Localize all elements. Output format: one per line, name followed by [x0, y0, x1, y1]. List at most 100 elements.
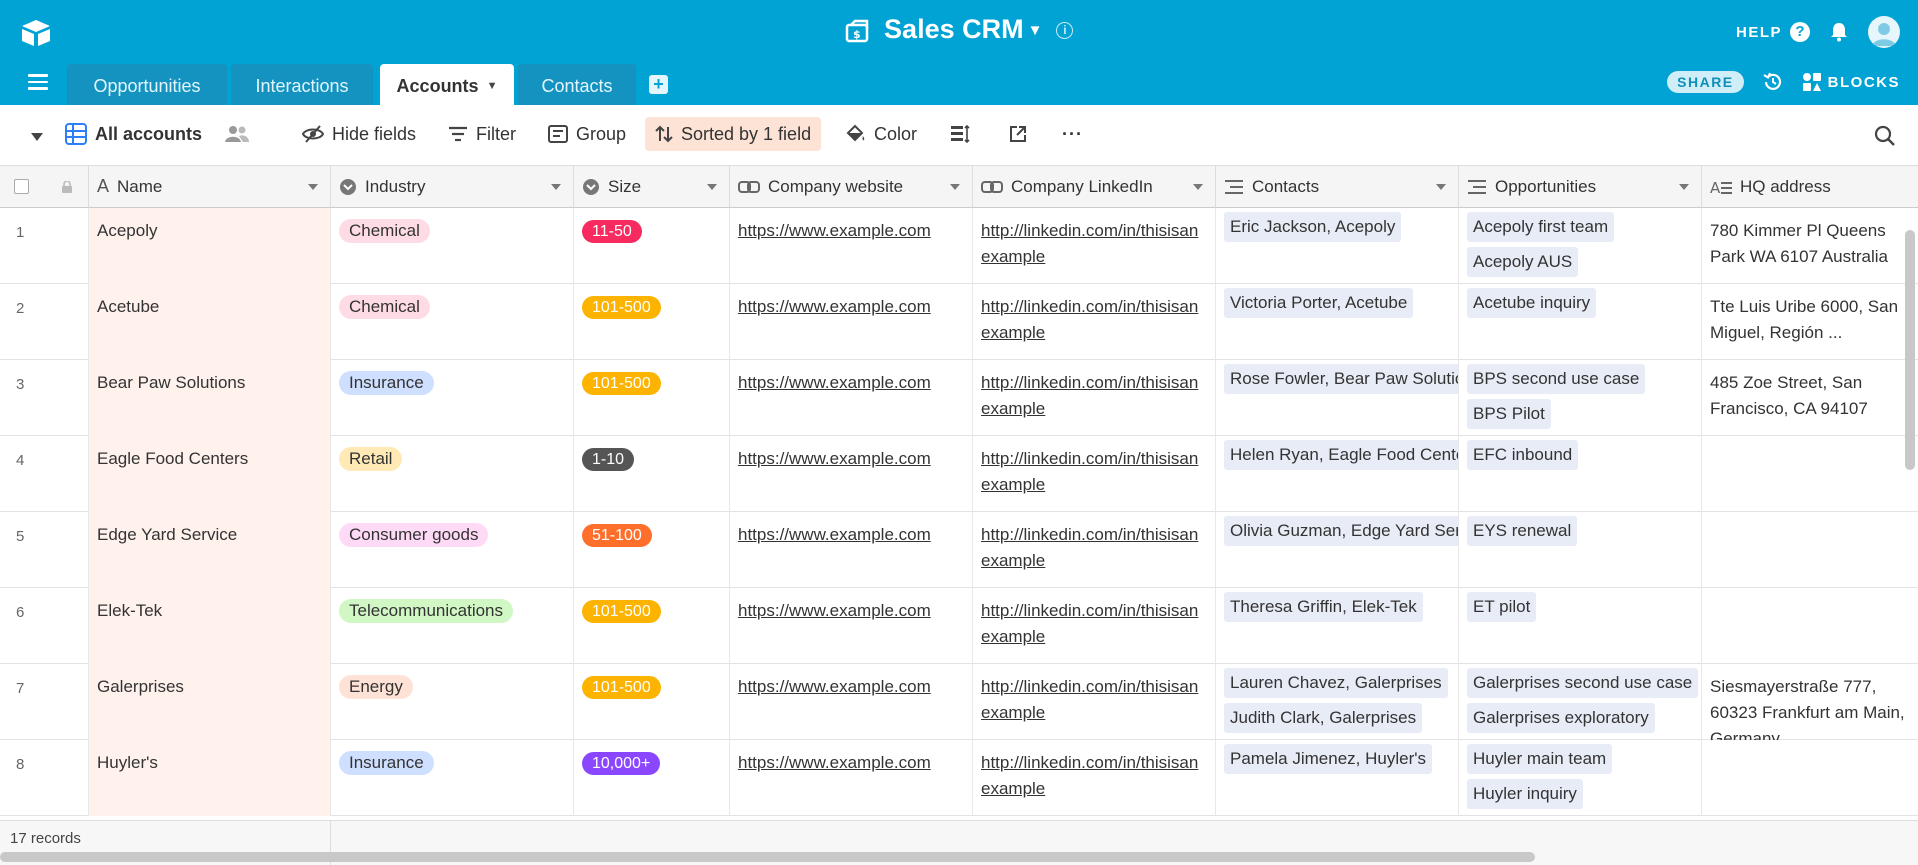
cell-website[interactable]: https://www.example.com	[730, 208, 973, 284]
cell-contacts[interactable]: Helen Ryan, Eagle Food Centers	[1216, 436, 1459, 512]
linkedin-link[interactable]: http://linkedin.com/in/thisisanexample	[981, 525, 1198, 570]
cell-linkedin[interactable]: http://linkedin.com/in/thisisanexample	[973, 512, 1216, 588]
cell-website[interactable]: https://www.example.com	[730, 436, 973, 512]
cell-opportunities[interactable]: ET pilot	[1459, 588, 1702, 664]
linkedin-link[interactable]: http://linkedin.com/in/thisisanexample	[981, 373, 1198, 418]
cell-name[interactable]: Acepoly	[89, 208, 331, 284]
cell-industry[interactable]: Chemical	[331, 284, 574, 360]
cell-linkedin[interactable]: http://linkedin.com/in/thisisanexample	[973, 588, 1216, 664]
opportunity-chip[interactable]: BPS Pilot	[1467, 399, 1551, 429]
cell-linkedin[interactable]: http://linkedin.com/in/thisisanexample	[973, 208, 1216, 284]
cell-hq[interactable]	[1702, 512, 1918, 588]
opportunity-chip[interactable]: ET pilot	[1467, 592, 1537, 622]
notifications-bell-icon[interactable]	[1830, 22, 1848, 42]
opportunity-chip[interactable]: Galerprises second use case	[1467, 668, 1699, 698]
tab-accounts[interactable]: Accounts ▼	[380, 64, 514, 105]
cell-website[interactable]: https://www.example.com	[730, 664, 973, 740]
view-name-button[interactable]: All accounts	[55, 117, 260, 151]
cell-hq[interactable]	[1702, 740, 1918, 816]
cell-size[interactable]: 1-10	[574, 436, 730, 512]
cell-size[interactable]: 101-500	[574, 588, 730, 664]
column-header-opportunities[interactable]: Opportunities	[1459, 166, 1702, 208]
cell-hq[interactable]: Tte Luis Uribe 6000, San Miguel, Región …	[1702, 284, 1918, 360]
cell-num[interactable]: 8	[0, 740, 89, 816]
website-link[interactable]: https://www.example.com	[738, 525, 931, 544]
cell-website[interactable]: https://www.example.com	[730, 512, 973, 588]
cell-name[interactable]: Huyler's	[89, 740, 331, 816]
website-link[interactable]: https://www.example.com	[738, 297, 931, 316]
horizontal-scrollbar[interactable]	[0, 852, 1535, 862]
website-link[interactable]: https://www.example.com	[738, 373, 931, 392]
cell-num[interactable]: 1	[0, 208, 89, 284]
contact-chip[interactable]: Helen Ryan, Eagle Food Centers	[1224, 440, 1458, 470]
cell-num[interactable]: 5	[0, 512, 89, 588]
column-header-name[interactable]: A Name	[89, 166, 331, 208]
table-row[interactable]: 8 Huyler's Insurance 10,000+ https://www.exa…	[0, 740, 1918, 816]
website-link[interactable]: https://www.example.com	[738, 677, 931, 696]
cell-opportunities[interactable]: BPS second use case BPS Pilot	[1459, 360, 1702, 436]
cell-contacts[interactable]: Victoria Porter, Acetube	[1216, 284, 1459, 360]
cell-num[interactable]: 3	[0, 360, 89, 436]
cell-num[interactable]: 6	[0, 588, 89, 664]
table-row[interactable]: 4 Eagle Food Centers Retail 1-10 https://www…	[0, 436, 1918, 512]
cell-website[interactable]: https://www.example.com	[730, 588, 973, 664]
cell-hq[interactable]	[1702, 436, 1918, 512]
user-avatar[interactable]	[1868, 16, 1900, 48]
cell-size[interactable]: 51-100	[574, 512, 730, 588]
cell-contacts[interactable]: Pamela Jimenez, Huyler's	[1216, 740, 1459, 816]
opportunity-chip[interactable]: EYS renewal	[1467, 516, 1578, 546]
opportunity-chip[interactable]: Huyler inquiry	[1467, 779, 1583, 809]
cell-name[interactable]: Bear Paw Solutions	[89, 360, 331, 436]
cell-hq[interactable]: 485 Zoe Street, San Francisco, CA 94107	[1702, 360, 1918, 436]
table-row[interactable]: 6 Elek-Tek Telecommunications 101-500 https:…	[0, 588, 1918, 664]
opportunity-chip[interactable]: Acetube inquiry	[1467, 288, 1597, 318]
cell-linkedin[interactable]: http://linkedin.com/in/thisisanexample	[973, 740, 1216, 816]
cell-contacts[interactable]: Eric Jackson, Acepoly	[1216, 208, 1459, 284]
linkedin-link[interactable]: http://linkedin.com/in/thisisanexample	[981, 677, 1198, 722]
cell-opportunities[interactable]: Acepoly first team Acepoly AUS	[1459, 208, 1702, 284]
cell-opportunities[interactable]: EFC inbound	[1459, 436, 1702, 512]
cell-hq[interactable]: Siesmayerstraße 777, 60323 Frankfurt am …	[1702, 664, 1918, 740]
tab-interactions[interactable]: Interactions	[231, 64, 373, 105]
contact-chip[interactable]: Lauren Chavez, Galerprises	[1224, 668, 1448, 698]
tab-menu-caret-icon[interactable]: ▼	[487, 80, 498, 92]
cell-website[interactable]: https://www.example.com	[730, 360, 973, 436]
airtable-logo-icon[interactable]	[20, 18, 52, 48]
cell-name[interactable]: Edge Yard Service	[89, 512, 331, 588]
base-name[interactable]: Sales CRM	[884, 14, 1024, 44]
collaborators-icon[interactable]	[224, 124, 250, 144]
info-icon[interactable]: i	[1056, 22, 1074, 40]
cell-size[interactable]: 101-500	[574, 664, 730, 740]
column-menu-caret-icon[interactable]	[1193, 184, 1203, 190]
cell-name[interactable]: Eagle Food Centers	[89, 436, 331, 512]
cell-num[interactable]: 2	[0, 284, 89, 360]
column-header-company-website[interactable]: Company website	[730, 166, 973, 208]
select-all-checkbox[interactable]	[14, 179, 29, 194]
column-header-industry[interactable]: Industry	[331, 166, 574, 208]
opportunity-chip[interactable]: Galerprises exploratory	[1467, 703, 1655, 733]
filter-button[interactable]: Filter	[438, 117, 526, 151]
add-table-icon[interactable]: +	[649, 75, 668, 94]
opportunity-chip[interactable]: Huyler main team	[1467, 744, 1613, 774]
cell-opportunities[interactable]: Huyler main team Huyler inquiry	[1459, 740, 1702, 816]
cell-contacts[interactable]: Rose Fowler, Bear Paw Solutions	[1216, 360, 1459, 436]
row-height-button[interactable]	[940, 117, 980, 151]
cell-linkedin[interactable]: http://linkedin.com/in/thisisanexample	[973, 664, 1216, 740]
history-icon[interactable]	[1762, 71, 1784, 93]
contact-chip[interactable]: Victoria Porter, Acetube	[1224, 288, 1414, 318]
linkedin-link[interactable]: http://linkedin.com/in/thisisanexample	[981, 449, 1198, 494]
tab-contacts[interactable]: Contacts	[518, 64, 636, 105]
base-menu-caret-icon[interactable]: ▼	[1028, 22, 1043, 39]
opportunity-chip[interactable]: EFC inbound	[1467, 440, 1579, 470]
view-switcher-caret-icon[interactable]	[31, 133, 43, 141]
cell-size[interactable]: 101-500	[574, 360, 730, 436]
contact-chip[interactable]: Rose Fowler, Bear Paw Solutions	[1224, 364, 1458, 394]
cell-name[interactable]: Elek-Tek	[89, 588, 331, 664]
cell-industry[interactable]: Insurance	[331, 740, 574, 816]
share-view-button[interactable]	[999, 117, 1037, 151]
cell-industry[interactable]: Consumer goods	[331, 512, 574, 588]
contact-chip[interactable]: Theresa Griffin, Elek-Tek	[1224, 592, 1423, 622]
cell-num[interactable]: 7	[0, 664, 89, 740]
cell-name[interactable]: Galerprises	[89, 664, 331, 740]
cell-name[interactable]: Acetube	[89, 284, 331, 360]
